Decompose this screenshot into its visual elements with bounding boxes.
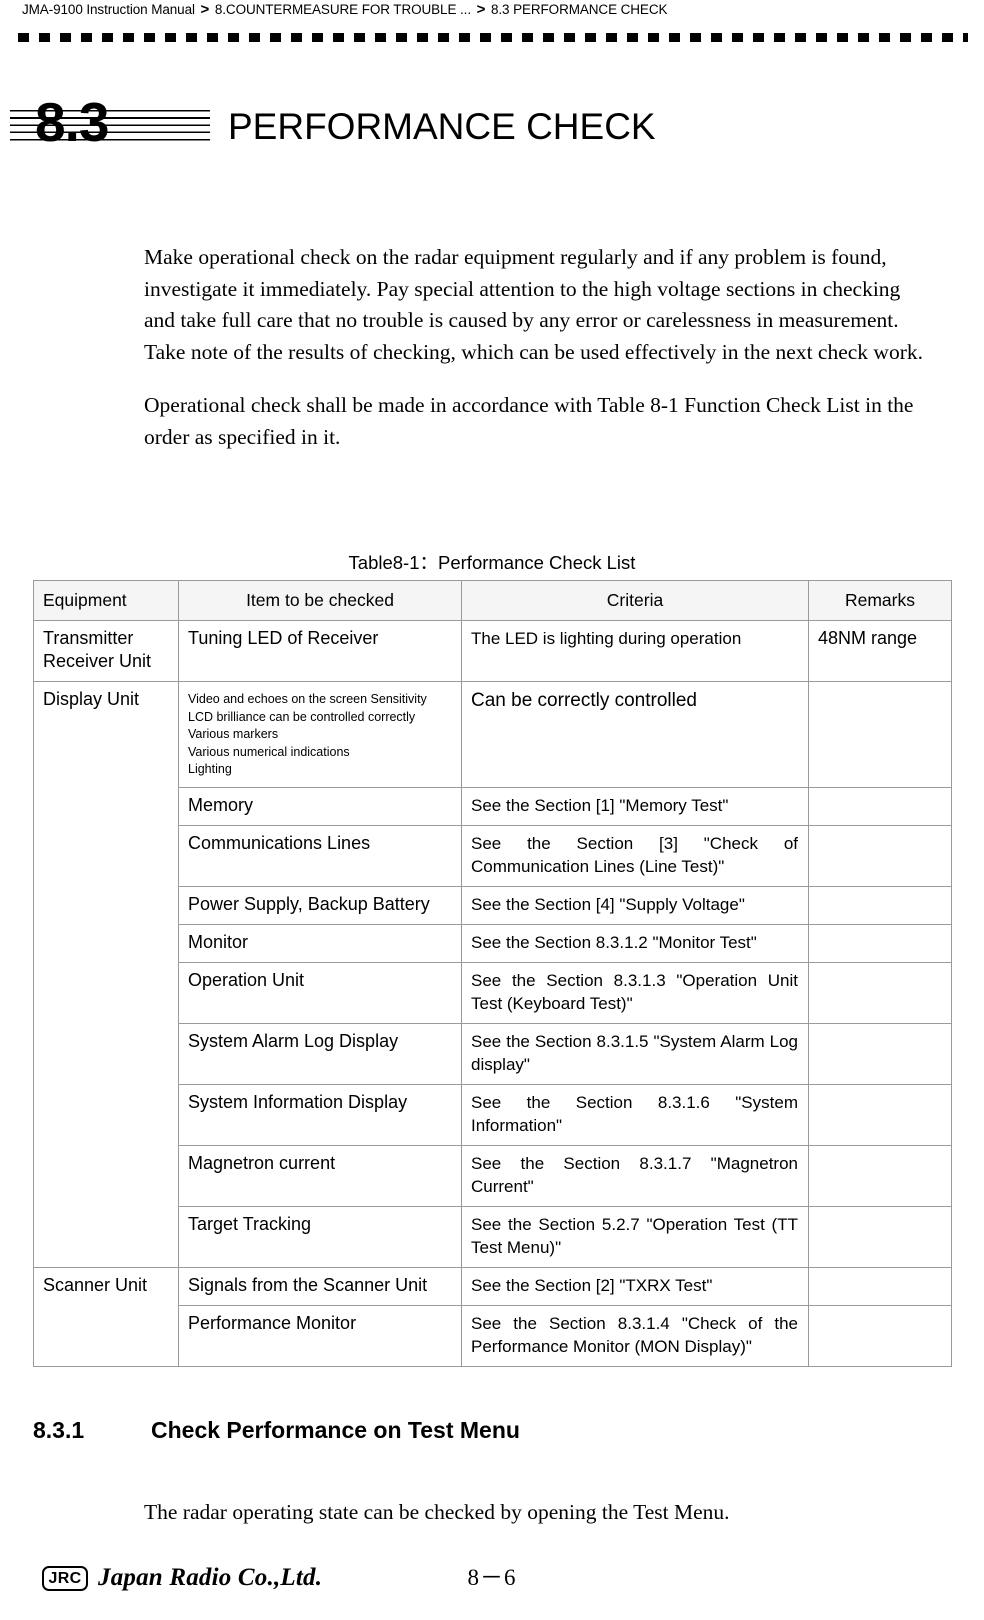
column-header-equipment: Equipment xyxy=(33,580,179,621)
cell-remarks xyxy=(808,1022,952,1085)
cell-item: Signals from the Scanner Unit xyxy=(178,1266,462,1306)
subsection-heading: 8.3.1 Check Performance on Test Menu xyxy=(33,1414,933,1446)
cell-remarks xyxy=(808,1205,952,1268)
cell-item: Monitor xyxy=(178,923,462,963)
item-line: LCD brilliance can be controlled correct… xyxy=(188,709,416,724)
cell-criteria: Can be correctly controlled xyxy=(461,681,809,788)
intro-text: Make operational check on the radar equi… xyxy=(144,242,934,453)
breadcrumb: JMA-9100 Instruction Manual > 8.COUNTERM… xyxy=(22,1,667,18)
breadcrumb-manual: JMA-9100 Instruction Manual xyxy=(22,2,195,17)
breadcrumb-separator-1: > xyxy=(200,1,210,18)
page-title: PERFORMANCE CHECK xyxy=(228,106,656,147)
cell-item: Magnetron current xyxy=(178,1144,462,1207)
subsection-number: 8.3.1 xyxy=(33,1417,85,1443)
cell-remarks xyxy=(808,961,952,1024)
item-line: Various numerical indications xyxy=(188,744,350,759)
cell-item: System Alarm Log Display xyxy=(178,1022,462,1085)
table-row: Display Unit Video and echoes on the scr… xyxy=(33,681,952,1268)
cell-equipment: Scanner Unit xyxy=(33,1266,179,1367)
cell-item: Tuning LED of Receiver xyxy=(178,620,462,682)
cell-equipment: Display Unit xyxy=(33,681,179,1268)
cell-remarks xyxy=(808,1304,952,1367)
intro-paragraph-1: Make operational check on the radar equi… xyxy=(144,245,923,364)
cell-criteria: See the Section [4] "Supply Voltage" xyxy=(461,885,809,925)
cell-criteria: See the Section 8.3.1.6 "System Informat… xyxy=(461,1083,809,1146)
column-header-remarks: Remarks xyxy=(808,580,952,621)
cell-item: Performance Monitor xyxy=(178,1304,462,1367)
table-row: Transmitter Receiver Unit Tuning LED of … xyxy=(33,620,952,682)
breadcrumb-section: 8.3 PERFORMANCE CHECK xyxy=(490,2,668,17)
cell-remarks xyxy=(808,786,952,826)
cell-criteria: See the Section 8.3.1.7 "Magnetron Curre… xyxy=(461,1144,809,1207)
cell-criteria: See the Section [3] "Check of Communicat… xyxy=(461,824,809,887)
cell-item: Target Tracking xyxy=(178,1205,462,1268)
cell-remarks xyxy=(808,885,952,925)
table-body: Transmitter Receiver Unit Tuning LED of … xyxy=(33,620,952,1367)
item-line: Video and echoes on the screen Sensitivi… xyxy=(188,692,427,706)
item-line: Lighting xyxy=(188,762,232,776)
section-number-decoration: 8.3 xyxy=(10,91,210,158)
page-number: 8－6 xyxy=(467,1565,517,1590)
cell-criteria: See the Section 8.3.1.3 "Operation Unit … xyxy=(461,961,809,1024)
subsection-paragraph: The radar operating state can be checked… xyxy=(144,1500,730,1524)
cell-remarks xyxy=(808,1144,952,1207)
cell-criteria: See the Section [1] "Memory Test" xyxy=(461,786,809,826)
item-line: Various markers xyxy=(188,727,279,741)
cell-item: Memory xyxy=(178,786,462,826)
cell-criteria: See the Section 8.3.1.2 "Monitor Test" xyxy=(461,923,809,963)
cell-remarks xyxy=(808,681,952,788)
performance-check-table: Equipment Item to be checked Criteria Re… xyxy=(33,580,952,1367)
cell-item: Operation Unit xyxy=(178,961,462,1024)
table-header-row: Equipment Item to be checked Criteria Re… xyxy=(33,580,952,621)
column-header-criteria: Criteria xyxy=(461,580,809,621)
subsection-title: Check Performance on Test Menu xyxy=(151,1417,520,1443)
cell-criteria: See the Section 8.3.1.5 "System Alarm Lo… xyxy=(461,1022,809,1085)
cell-remarks xyxy=(808,1266,952,1306)
cell-equipment: Transmitter Receiver Unit xyxy=(33,620,179,682)
cell-criteria: The LED is lighting during operation xyxy=(461,620,809,682)
section-number: 8.3 xyxy=(35,91,109,153)
header-dashed-rule xyxy=(18,33,968,42)
cell-item: System Information Display xyxy=(178,1083,462,1146)
column-header-item: Item to be checked xyxy=(178,580,462,621)
cell-item: Power Supply, Backup Battery xyxy=(178,885,462,925)
page-footer: JRC Japan Radio Co.,Ltd. 8－6 xyxy=(0,1560,984,1612)
breadcrumb-separator-2: > xyxy=(476,1,486,18)
cell-remarks xyxy=(808,1083,952,1146)
cell-remarks: 48NM range xyxy=(808,620,952,682)
section-title-block: 8.3 PERFORMANCE CHECK xyxy=(0,91,984,158)
cell-remarks xyxy=(808,923,952,963)
page-header: JMA-9100 Instruction Manual > 8.COUNTERM… xyxy=(0,0,984,42)
breadcrumb-chapter: 8.COUNTERMEASURE FOR TROUBLE ... xyxy=(214,2,471,17)
intro-paragraph-2: Operational check shall be made in accor… xyxy=(144,393,914,449)
table-row: Scanner Unit Signals from the Scanner Un… xyxy=(33,1266,952,1367)
cell-criteria: See the Section [2] "TXRX Test" xyxy=(461,1266,809,1306)
cell-remarks xyxy=(808,824,952,887)
cell-item: Video and echoes on the screen Sensitivi… xyxy=(178,681,462,788)
table-caption: Table8-1：Performance Check List xyxy=(348,552,636,573)
cell-item: Communications Lines xyxy=(178,824,462,887)
cell-criteria: See the Section 5.2.7 "Operation Test (T… xyxy=(461,1205,809,1268)
cell-criteria: See the Section 8.3.1.4 "Check of the Pe… xyxy=(461,1304,809,1367)
